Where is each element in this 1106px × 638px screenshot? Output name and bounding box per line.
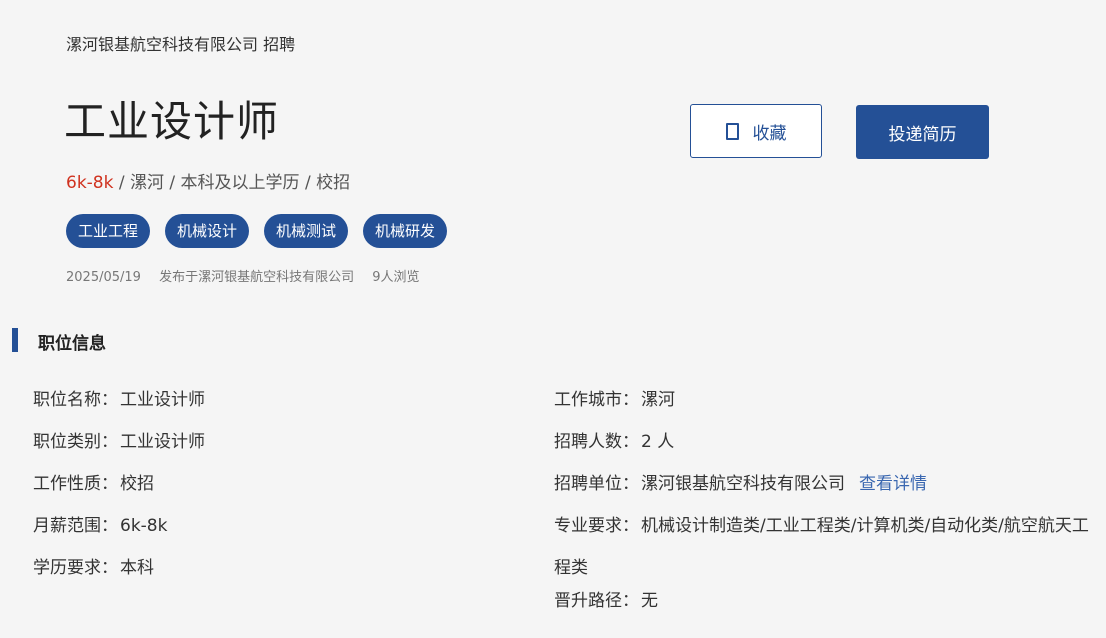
info-row-job-category: 职位类别： 工业设计师 <box>33 430 205 472</box>
skill-tags: 工业工程 机械设计 机械测试 机械研发 <box>66 214 448 248</box>
info-row-promotion: 晋升路径：无 <box>554 589 1094 631</box>
job-summary: 6k-8k / 漯河 / 本科及以上学历 / 校招 <box>66 168 350 193</box>
info-row-salary: 月薪范围： 6k-8k <box>33 514 205 556</box>
info-value: 2 人 <box>641 432 675 452</box>
salary-range: 6k-8k <box>66 173 114 193</box>
info-label: 招聘人数： <box>554 432 639 452</box>
info-row-education: 学历要求： 本科 <box>33 556 205 598</box>
info-label: 职位名称： <box>33 390 118 410</box>
info-label: 专业要求： <box>554 516 639 536</box>
info-value: 校招 <box>120 474 154 494</box>
info-value: 工业设计师 <box>120 390 205 410</box>
info-row-job-type: 工作性质： 校招 <box>33 472 205 514</box>
info-label: 职位类别： <box>33 432 118 452</box>
section-accent-bar <box>12 328 18 352</box>
info-value: 工业设计师 <box>120 432 205 452</box>
info-value: 漯河 <box>641 390 675 410</box>
info-label: 工作性质： <box>33 474 118 494</box>
info-label: 工作城市： <box>554 390 639 410</box>
info-row-major: 专业要求： 机械设计制造类/工业工程类/计算机类/自动化类/航空航天工程类 <box>554 505 1094 589</box>
favorite-button[interactable]: 收藏 <box>690 104 822 158</box>
summary-details: / 漯河 / 本科及以上学历 / 校招 <box>113 173 351 193</box>
info-value: 无 <box>641 591 658 611</box>
apply-button[interactable]: 投递简历 <box>856 105 989 159</box>
post-date: 2025/05/19 <box>66 270 141 285</box>
view-details-link[interactable]: 查看详情 <box>859 474 927 494</box>
section-title: 职位信息 <box>38 334 106 354</box>
info-row-job-name: 职位名称： 工业设计师 <box>33 388 205 430</box>
tag-item[interactable]: 机械测试 <box>264 214 349 248</box>
favorite-label: 收藏 <box>752 123 787 144</box>
company-recruiting-line: 漯河银基航空科技有限公司 招聘 <box>66 35 296 54</box>
view-count: 9人浏览 <box>372 270 420 285</box>
tag-item[interactable]: 工业工程 <box>66 214 151 248</box>
info-row-city: 工作城市： 漯河 <box>554 388 1094 430</box>
info-label: 招聘单位： <box>554 474 639 494</box>
job-info-right: 工作城市： 漯河 招聘人数： 2 人 招聘单位： 漯河银基航空科技有限公司 查看详情 专… <box>554 388 1094 631</box>
tag-item[interactable]: 机械研发 <box>363 214 448 248</box>
info-value: 6k-8k <box>120 516 168 536</box>
info-value: 本科 <box>120 558 154 578</box>
tag-item[interactable]: 机械设计 <box>165 214 250 248</box>
post-publisher: 发布于漯河银基航空科技有限公司 <box>159 270 355 285</box>
info-label: 学历要求： <box>33 558 118 578</box>
info-label: 月薪范围： <box>33 516 118 536</box>
info-value: 漯河银基航空科技有限公司 <box>641 474 845 494</box>
post-meta: 2025/05/19 发布于漯河银基航空科技有限公司 9人浏览 <box>66 266 434 285</box>
info-row-headcount: 招聘人数： 2 人 <box>554 430 1094 472</box>
job-info-left: 职位名称： 工业设计师 职位类别： 工业设计师 工作性质： 校招 月薪范围： 6k-8k… <box>33 388 205 598</box>
bookmark-icon <box>725 122 739 140</box>
job-title: 工业设计师 <box>64 97 280 146</box>
info-label: 晋升路径： <box>554 591 639 611</box>
